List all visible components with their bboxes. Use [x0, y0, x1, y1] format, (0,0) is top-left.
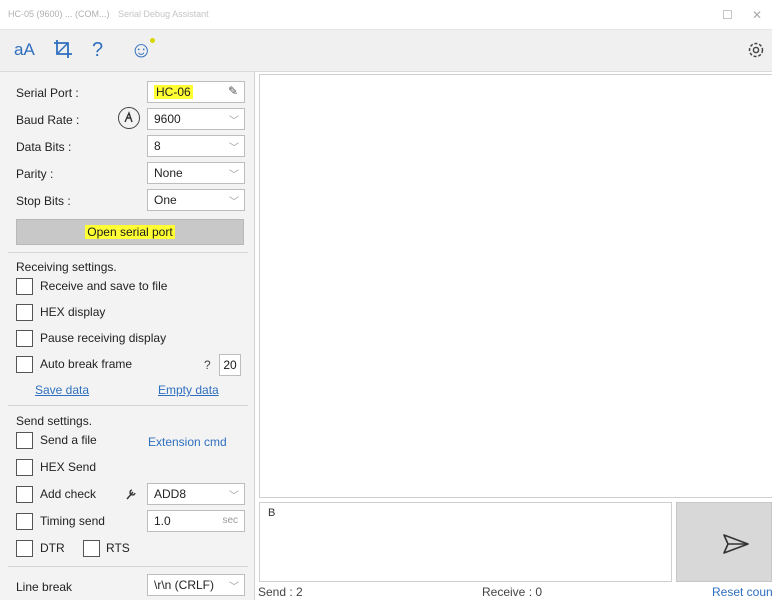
line-break-select[interactable]: \r\n (CRLF) ﹀: [147, 574, 245, 596]
emoji-icon[interactable]: ☺: [130, 38, 152, 62]
auto-break-frame-label: Auto break frame: [40, 357, 133, 371]
send-count: Send : 2: [258, 585, 303, 599]
send-file-checkbox[interactable]: [16, 432, 33, 449]
baud-rate-value: 9600: [154, 112, 181, 126]
data-bits-label: Data Bits :: [16, 140, 72, 154]
add-check-value: ADD8: [154, 487, 187, 501]
data-bits-select[interactable]: 8 ﹀: [147, 135, 245, 157]
receive-display-area[interactable]: [259, 74, 772, 498]
send-arrow-icon: [723, 534, 749, 554]
receive-save-file-label: Receive and save to file: [40, 279, 168, 293]
divider: [8, 566, 248, 567]
left-panel: Serial Port : HC-06 ✎ Baud Rate : 9600 ﹀…: [0, 72, 255, 600]
timing-send-value: 1.0: [154, 514, 171, 528]
data-bits-value: 8: [154, 139, 161, 153]
dtr-label: DTR: [40, 541, 65, 555]
parity-label: Parity :: [16, 167, 54, 181]
dtr-checkbox[interactable]: [16, 540, 33, 557]
toolbar: aA ? ☺: [0, 30, 772, 72]
hex-display-checkbox[interactable]: [16, 304, 33, 321]
baud-detect-icon[interactable]: [118, 107, 140, 129]
baud-rate-label: Baud Rate :: [16, 113, 80, 127]
close-icon[interactable]: ✕: [752, 8, 762, 22]
chevron-down-icon: ﹀: [229, 116, 239, 127]
font-size-icon[interactable]: aA: [14, 38, 35, 62]
line-break-label: Line break: [16, 580, 73, 594]
rts-checkbox[interactable]: [83, 540, 100, 557]
parity-select[interactable]: None ﹀: [147, 162, 245, 184]
chevron-down-icon: ﹀: [229, 143, 239, 154]
receiving-settings-title: Receiving settings.: [16, 260, 117, 274]
crop-icon[interactable]: [52, 38, 74, 66]
divider: [8, 252, 248, 253]
window-title: HC-05 (9600) ... (COM...) Serial Debug A…: [8, 9, 209, 19]
send-button[interactable]: [676, 502, 772, 582]
stop-bits-select[interactable]: One ﹀: [147, 189, 245, 211]
empty-data-link[interactable]: Empty data: [158, 383, 219, 397]
window-subtitle: Serial Debug Assistant: [118, 9, 209, 19]
hex-send-checkbox[interactable]: [16, 459, 33, 476]
pause-display-checkbox[interactable]: [16, 330, 33, 347]
pause-display-label: Pause receiving display: [40, 331, 167, 345]
chevron-down-icon: ﹀: [229, 582, 239, 593]
timing-unit: sec: [222, 515, 238, 526]
auto-break-timeout-input[interactable]: 20: [219, 354, 241, 376]
title-bar: HC-05 (9600) ... (COM...) Serial Debug A…: [0, 0, 772, 30]
auto-break-frame-checkbox[interactable]: [16, 356, 33, 373]
serial-port-value: HC-06: [154, 85, 193, 99]
add-check-checkbox[interactable]: [16, 486, 33, 503]
timing-send-checkbox[interactable]: [16, 513, 33, 530]
open-serial-port-button[interactable]: Open serial port: [16, 219, 244, 245]
gear-icon[interactable]: [746, 40, 766, 60]
save-data-link[interactable]: Save data: [35, 383, 89, 397]
stop-bits-value: One: [154, 193, 177, 207]
pencil-icon[interactable]: ✎: [228, 84, 238, 98]
line-break-value: \r\n (CRLF): [154, 578, 214, 592]
notification-dot: [150, 38, 155, 43]
baud-rate-select[interactable]: 9600 ﹀: [147, 108, 245, 130]
timing-send-input[interactable]: 1.0 sec: [147, 510, 245, 532]
chevron-down-icon: ﹀: [229, 197, 239, 208]
extension-cmd-link[interactable]: Extension cmd: [148, 435, 227, 449]
hex-display-label: HEX display: [40, 305, 106, 319]
serial-port-label: Serial Port :: [16, 86, 79, 100]
rts-label: RTS: [106, 541, 130, 555]
send-settings-title: Send settings.: [16, 414, 93, 428]
add-check-label: Add check: [40, 487, 97, 501]
reset-count-link[interactable]: Reset coun: [712, 585, 772, 599]
hex-send-label: HEX Send: [40, 460, 97, 474]
chevron-down-icon: ﹀: [229, 491, 239, 502]
serial-port-field[interactable]: HC-06 ✎: [147, 81, 245, 103]
help-icon[interactable]: ?: [92, 38, 103, 62]
divider: [8, 405, 248, 406]
parity-value: None: [154, 166, 183, 180]
receive-save-file-checkbox[interactable]: [16, 278, 33, 295]
add-check-select[interactable]: ADD8 ﹀: [147, 483, 245, 505]
chevron-down-icon: ﹀: [229, 170, 239, 181]
timing-send-label: Timing send: [40, 514, 105, 528]
stop-bits-label: Stop Bits :: [16, 194, 71, 208]
open-serial-port-label: Open serial port: [85, 225, 175, 239]
receive-count: Receive : 0: [482, 585, 543, 599]
window-title-text: HC-05 (9600) ... (COM...): [8, 9, 110, 19]
send-input[interactable]: B: [259, 502, 672, 582]
maximize-icon[interactable]: ☐: [722, 8, 733, 22]
auto-break-help-icon[interactable]: ?: [204, 358, 211, 372]
send-file-label: Send a file: [40, 433, 97, 447]
wrench-icon[interactable]: [124, 487, 138, 501]
